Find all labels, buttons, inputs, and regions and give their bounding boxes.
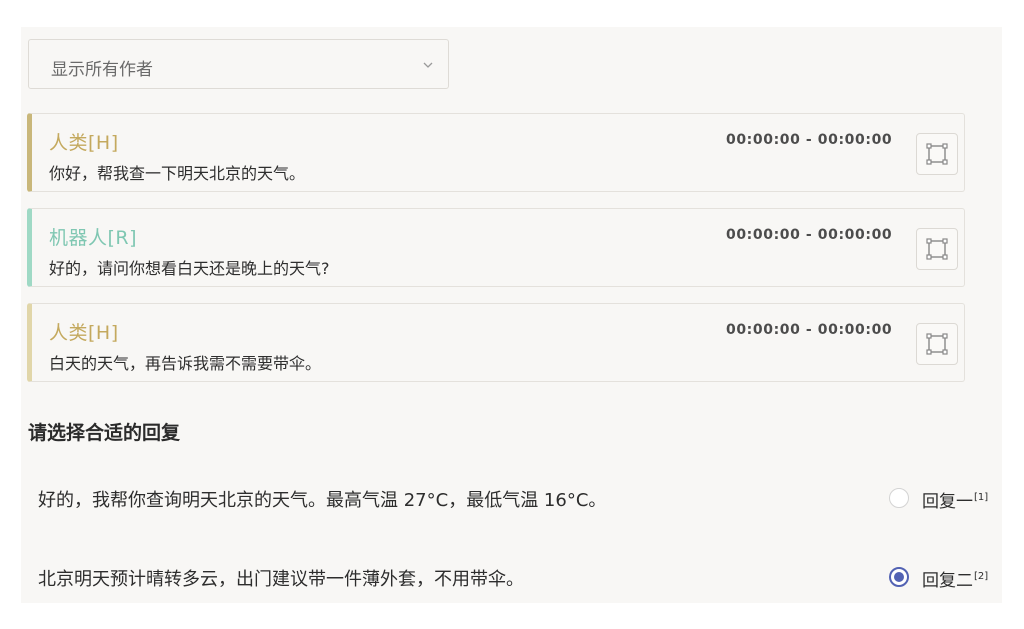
message-timestamp: 00:00:00 - 00:00:00 (726, 227, 893, 243)
reply-option-text: 北京明天预计晴转多云，出门建议带一件薄外套，不用带伞。 (38, 569, 524, 590)
message-timestamp: 00:00:00 - 00:00:00 (726, 132, 893, 148)
message-card: 人类[H] 你好，帮我查一下明天北京的天气。 00:00:00 - 00:00:… (27, 113, 965, 192)
reply-section-title: 请选择合适的回复 (28, 422, 181, 444)
expand-button[interactable] (916, 228, 958, 270)
bounding-box-icon (926, 238, 948, 260)
chevron-down-icon (423, 62, 433, 68)
message-text: 白天的天气，再告诉我需不需要带伞。 (49, 354, 322, 373)
expand-button[interactable] (916, 133, 958, 175)
reply-option-text: 好的，我帮你查询明天北京的天气。最高气温 27°C，最低气温 16°C。 (38, 490, 607, 511)
bounding-box-icon (926, 143, 948, 165)
expand-button[interactable] (916, 323, 958, 365)
message-card: 人类[H] 白天的天气，再告诉我需不需要带伞。 00:00:00 - 00:00… (27, 303, 965, 382)
author-filter-select[interactable]: 显示所有作者 (28, 39, 449, 89)
message-text: 你好，帮我查一下明天北京的天气。 (49, 164, 306, 183)
bounding-box-icon (926, 333, 948, 355)
message-card: 机器人[R] 好的，请问你想看白天还是晚上的天气? 00:00:00 - 00:… (27, 208, 965, 287)
message-text: 好的，请问你想看白天还是晚上的天气? (49, 259, 330, 278)
message-speaker: 机器人[R] (49, 227, 138, 249)
message-timestamp: 00:00:00 - 00:00:00 (726, 322, 893, 338)
reply-option-radio[interactable] (889, 488, 909, 508)
reply-option-label[interactable]: 回复二[2] (922, 566, 988, 591)
reply-option-label-text: 回复二 (922, 571, 973, 591)
message-speaker: 人类[H] (49, 322, 119, 344)
annotation-panel: 显示所有作者 人类[H] 你好，帮我查一下明天北京的天气。 00:00:00 -… (21, 27, 1002, 603)
reply-option-ref: [2] (974, 571, 989, 583)
reply-option-radio[interactable] (889, 567, 909, 587)
message-speaker: 人类[H] (49, 132, 119, 154)
reply-option-label[interactable]: 回复一[1] (922, 487, 988, 512)
author-filter-value: 显示所有作者 (51, 60, 153, 80)
reply-option-ref: [1] (974, 492, 989, 504)
reply-option-label-text: 回复一 (922, 492, 973, 512)
